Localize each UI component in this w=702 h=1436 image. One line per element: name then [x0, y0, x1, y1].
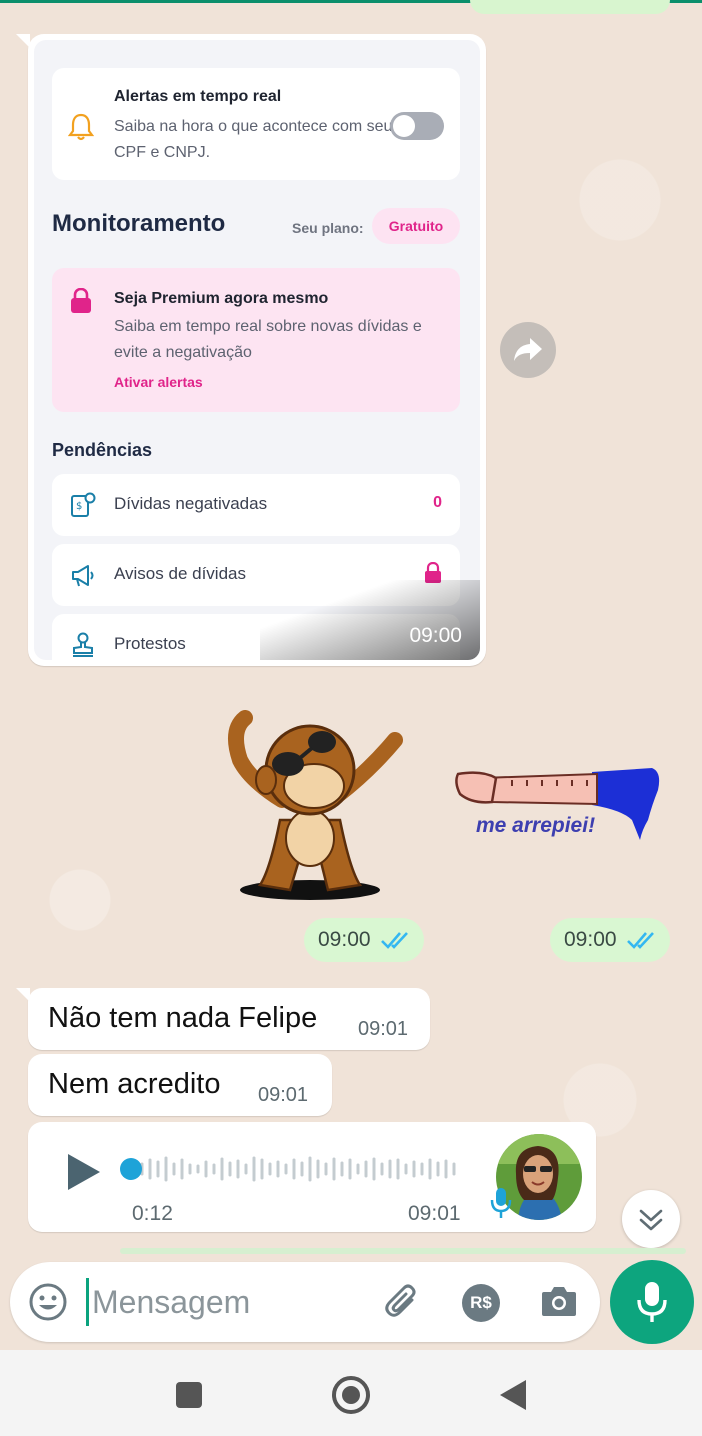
bell-icon: [68, 113, 94, 141]
premium-title: Seja Premium agora mesmo: [114, 290, 329, 307]
scroll-to-bottom-button[interactable]: [622, 1190, 680, 1248]
timestamp-shade: [260, 580, 480, 660]
alert-card: Alertas em tempo real Saiba na hora o qu…: [52, 68, 460, 180]
voice-note-mic-icon: [490, 1188, 512, 1218]
message-text: Não tem nada Felipe: [48, 1002, 318, 1034]
pendencia-row: $ Dívidas negativadas 0: [52, 474, 460, 536]
pendencia-label: Avisos de dívidas: [114, 564, 246, 583]
stamp-icon: [73, 632, 93, 657]
plan-badge: Gratuito: [372, 208, 460, 244]
incoming-message[interactable]: Não tem nada Felipe 09:01: [16, 988, 430, 1050]
audio-message[interactable]: 0:12 09:01: [28, 1122, 596, 1232]
voice-record-button[interactable]: [610, 1260, 694, 1344]
sticker-time-pill: 09:00: [304, 918, 424, 962]
premium-card: Seja Premium agora mesmo Saiba em tempo …: [52, 268, 460, 412]
sticker-time-pill: 09:00: [550, 918, 670, 962]
sticker-caption: me arrepiei!: [476, 814, 596, 837]
read-ticks-icon: [627, 932, 654, 949]
message-time: 09:01: [358, 1018, 409, 1040]
camera-icon[interactable]: [540, 1284, 578, 1318]
activate-alerts-link: Ativar alertas: [114, 374, 203, 390]
message-time: 09:00: [564, 928, 617, 951]
message-text: Nem acredito: [48, 1068, 221, 1100]
message-time: 09:01: [258, 1084, 309, 1106]
svg-text:$: $: [76, 501, 82, 512]
outgoing-bubble-edge: [120, 1248, 686, 1254]
pendencia-count: 0: [433, 494, 442, 511]
plan-label: Seu plano:: [292, 220, 364, 236]
emoji-icon[interactable]: [28, 1282, 68, 1322]
premium-description: Saiba em tempo real sobre novas dívidas …: [114, 318, 422, 361]
read-ticks-icon: [381, 932, 408, 949]
message-input[interactable]: [92, 1276, 372, 1328]
pendencia-label: Protestos: [114, 634, 186, 653]
pendencia-label: Dívidas negativadas: [114, 494, 268, 513]
alerts-toggle: [390, 112, 444, 140]
recent-apps-button[interactable]: [176, 1382, 202, 1408]
document-money-icon: $: [71, 492, 96, 517]
message-time: 09:00: [318, 928, 371, 951]
play-icon[interactable]: [66, 1152, 102, 1192]
lock-icon: [71, 288, 91, 313]
microphone-icon: [637, 1282, 667, 1322]
paperclip-icon[interactable]: [382, 1282, 422, 1322]
incoming-message[interactable]: Nem acredito 09:01: [28, 1054, 332, 1116]
monitor-title: Monitoramento: [52, 210, 226, 237]
image-message[interactable]: Alertas em tempo real Saiba na hora o qu…: [16, 34, 486, 666]
home-button[interactable]: [332, 1376, 370, 1414]
message-time: 09:00: [409, 624, 462, 647]
audio-duration: 0:12: [132, 1202, 173, 1225]
previous-message-bubble[interactable]: [470, 0, 670, 14]
forward-icon: [514, 338, 542, 361]
system-nav-bar: [0, 1350, 702, 1436]
double-chevron-down-icon: [639, 1209, 663, 1231]
audio-progress-handle[interactable]: [120, 1158, 142, 1180]
message-time: 09:01: [408, 1202, 461, 1225]
pendencias-title: Pendências: [52, 440, 153, 460]
forward-button[interactable]: [500, 322, 556, 378]
megaphone-icon: [72, 565, 94, 587]
payment-button[interactable]: R$: [462, 1284, 500, 1322]
text-cursor: [86, 1278, 89, 1326]
audio-waveform[interactable]: [132, 1156, 462, 1182]
back-button[interactable]: [500, 1380, 526, 1410]
message-composer: R$: [10, 1262, 600, 1342]
alert-title: Alertas em tempo real: [114, 88, 282, 105]
monkey-sticker[interactable]: [210, 700, 410, 910]
alert-description: Saiba na hora o que acontece com seu CPF…: [114, 118, 393, 161]
screenshot-image[interactable]: Alertas em tempo real Saiba na hora o qu…: [34, 40, 480, 660]
